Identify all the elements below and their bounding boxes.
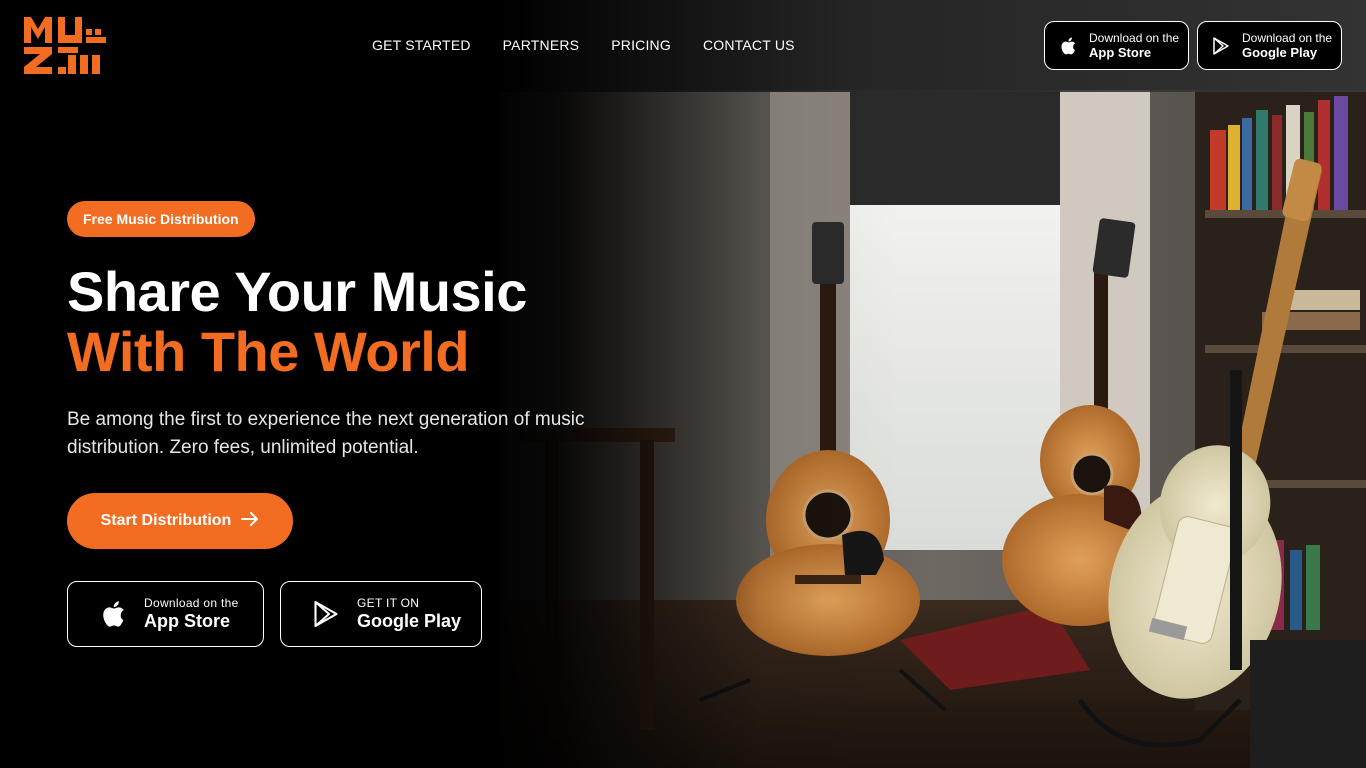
- header-google-play-line2: Google Play: [1242, 44, 1318, 60]
- start-distribution-button[interactable]: Start Distribution: [67, 493, 293, 549]
- hero-google-play-line2: Google Play: [357, 611, 462, 631]
- hero-title-line2: With The World: [67, 320, 470, 383]
- hero-title: Share Your Music With The World: [67, 262, 527, 382]
- hero-app-store-line1: Download on the: [144, 596, 239, 610]
- header-google-play-button[interactable]: Download on the Google Play: [1197, 21, 1342, 70]
- free-distribution-badge: Free Music Distribution: [67, 201, 255, 237]
- site-header: GET STARTED PARTNERS PRICING CONTACT US …: [0, 0, 1366, 92]
- hero-title-line1: Share Your Music: [67, 260, 527, 323]
- hero-google-play-button[interactable]: GET IT ON Google Play: [280, 581, 482, 647]
- nav-contact-us[interactable]: CONTACT US: [703, 37, 795, 53]
- header-app-store-button[interactable]: Download on the App Store: [1044, 21, 1189, 70]
- hero-subtitle: Be among the first to experience the nex…: [67, 409, 585, 458]
- apple-icon: [1057, 35, 1079, 57]
- hero-app-store-button[interactable]: Download on the App Store: [67, 581, 264, 647]
- header-app-store-line2: App Store: [1089, 44, 1152, 60]
- apple-icon: [98, 599, 128, 629]
- header-google-play-text: Download on the Google Play: [1242, 31, 1332, 61]
- google-play-icon: [311, 599, 341, 629]
- arrow-right-icon: [241, 511, 259, 532]
- hero-app-store-text: Download on the App Store: [144, 596, 239, 632]
- nav-get-started[interactable]: GET STARTED: [372, 37, 471, 53]
- hero-google-play-text: GET IT ON Google Play: [357, 596, 461, 632]
- muzii-logo-mark: [24, 17, 106, 74]
- nav-partners[interactable]: PARTNERS: [503, 37, 580, 53]
- header-google-play-line1: Download on the: [1242, 30, 1333, 45]
- nav-pricing[interactable]: PRICING: [611, 37, 671, 53]
- muzii-logo[interactable]: [24, 15, 106, 75]
- header-app-store-text: Download on the App Store: [1089, 31, 1179, 61]
- hero-app-store-line2: App Store: [144, 611, 231, 631]
- main-nav: GET STARTED PARTNERS PRICING CONTACT US: [372, 37, 795, 53]
- hero-google-play-line1: GET IT ON: [357, 596, 420, 610]
- google-play-icon: [1210, 35, 1232, 57]
- start-distribution-label: Start Distribution: [100, 512, 232, 529]
- hero-background-photo: [0, 0, 1366, 768]
- header-app-store-line1: Download on the: [1089, 30, 1180, 45]
